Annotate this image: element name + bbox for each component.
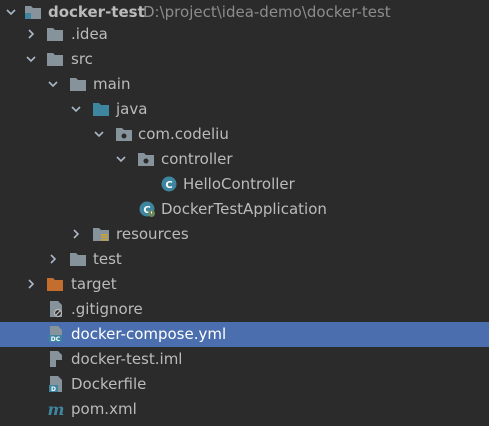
chevron-right-icon[interactable] [46, 252, 60, 266]
dockerfile-icon: D [49, 376, 62, 393]
tree-row-docker-test-iml[interactable]: docker-test.iml [0, 347, 489, 372]
svg-text:D: D [51, 386, 56, 393]
gitignore-file-icon [50, 301, 63, 318]
chevron-down-icon[interactable] [4, 5, 18, 19]
folder-icon [47, 28, 63, 41]
tree-row-hello-controller[interactable]: C HelloController [0, 172, 489, 197]
tree-label: test [93, 250, 122, 268]
chevron-down-icon[interactable] [46, 77, 60, 91]
tree-label: pom.xml [71, 400, 137, 418]
tree-label: target [71, 275, 117, 293]
folder-icon [70, 253, 86, 266]
iml-file-icon [50, 351, 62, 367]
project-path: D:\project\idea-demo\docker-test [143, 3, 391, 21]
tree-label: DockerTestApplication [161, 200, 327, 218]
tree-label: .idea [71, 25, 108, 43]
package-icon [138, 153, 154, 166]
chevron-down-icon[interactable] [92, 127, 106, 141]
tree-label-root: docker-test [48, 3, 145, 21]
tree-label: docker-test.iml [71, 350, 183, 368]
chevron-down-icon[interactable] [24, 52, 38, 66]
source-folder-icon [93, 103, 109, 116]
tree-label: .gitignore [71, 300, 143, 318]
chevron-down-icon[interactable] [69, 102, 83, 116]
package-icon [116, 128, 132, 141]
module-folder-icon [25, 6, 41, 19]
spring-boot-class-icon: C [139, 201, 155, 217]
tree-label: src [71, 50, 93, 68]
svg-text:m: m [48, 400, 65, 418]
tree-row-target[interactable]: target [0, 272, 489, 297]
project-tree: docker-test D:\project\idea-demo\docker-… [0, 0, 489, 426]
tree-label: resources [116, 225, 189, 243]
svg-text:DC: DC [51, 336, 61, 343]
tree-row-resources[interactable]: resources [0, 222, 489, 247]
tree-row-idea[interactable]: .idea [0, 22, 489, 47]
chevron-down-icon[interactable] [114, 152, 128, 166]
tree-label: java [116, 100, 148, 118]
excluded-folder-icon [47, 278, 63, 291]
tree-row-src[interactable]: src [0, 47, 489, 72]
tree-label: Dockerfile [71, 375, 147, 393]
tree-row-package-controller[interactable]: controller [0, 147, 489, 172]
tree-row-dockerfile[interactable]: D Dockerfile [0, 372, 489, 397]
docker-compose-file-icon: DC [49, 326, 62, 343]
tree-label: docker-compose.yml [71, 325, 227, 343]
tree-row-package-com-codeliu[interactable]: com.codeliu [0, 122, 489, 147]
tree-label: HelloController [183, 175, 295, 193]
tree-row-gitignore[interactable]: .gitignore [0, 297, 489, 322]
tree-row-docker-test-application[interactable]: C DockerTestApplication [0, 197, 489, 222]
tree-row-main[interactable]: main [0, 72, 489, 97]
tree-label: controller [161, 150, 233, 168]
tree-row-test[interactable]: test [0, 247, 489, 272]
chevron-right-icon[interactable] [24, 27, 38, 41]
chevron-right-icon[interactable] [69, 227, 83, 241]
tree-row-docker-compose-yml[interactable]: DC docker-compose.yml [0, 322, 489, 347]
tree-label: main [93, 75, 131, 93]
java-class-icon: C [161, 176, 177, 192]
folder-icon [70, 78, 86, 91]
chevron-right-icon[interactable] [24, 277, 38, 291]
svg-text:C: C [165, 180, 172, 191]
resources-folder-icon [93, 228, 109, 241]
tree-label: com.codeliu [138, 125, 229, 143]
maven-pom-icon: m [48, 400, 65, 418]
folder-icon [47, 53, 63, 66]
tree-row-java[interactable]: java [0, 97, 489, 122]
tree-row-pom-xml[interactable]: m pom.xml [0, 397, 489, 422]
